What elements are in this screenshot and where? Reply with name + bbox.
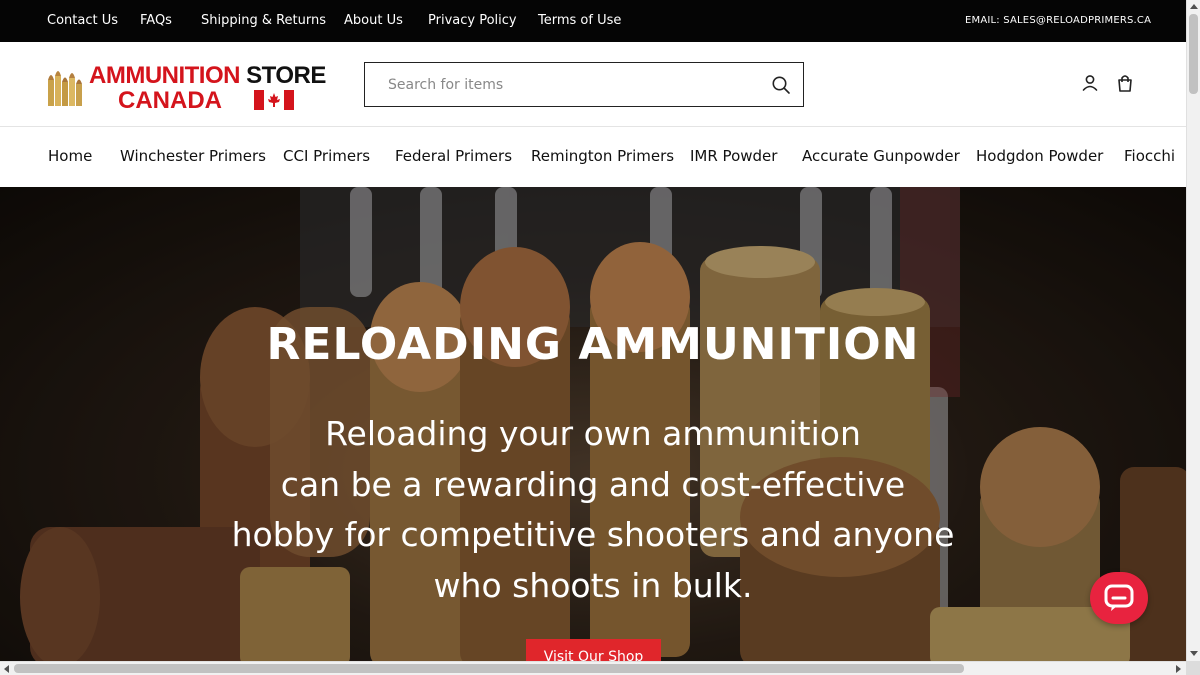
topbar-link-contact-us[interactable]: Contact Us [47, 13, 118, 28]
nav-item-winchester-primers[interactable]: Winchester Primers [120, 147, 266, 165]
scroll-right-arrow-icon[interactable] [1176, 665, 1181, 673]
shopping-bag-icon[interactable] [1115, 73, 1135, 93]
horizontal-scroll-thumb[interactable] [14, 664, 964, 673]
logo-text-ammunition: AMMUNITION [89, 62, 247, 89]
hero-subtitle: Reloading your own ammunition can be a r… [193, 409, 993, 611]
scroll-up-arrow-icon[interactable] [1190, 4, 1198, 9]
top-bar: Contact Us FAQs Shipping & Returns About… [0, 0, 1186, 42]
logo-text-store: STORE [246, 62, 326, 89]
nav-item-hodgdon-powder[interactable]: Hodgdon Powder [976, 147, 1103, 165]
nav-item-remington-primers[interactable]: Remington Primers [531, 147, 674, 165]
main-nav: Home Winchester Primers CCI Primers Fede… [0, 127, 1186, 187]
topbar-link-privacy-policy[interactable]: Privacy Policy [428, 13, 517, 28]
user-icon[interactable] [1080, 73, 1100, 93]
nav-item-federal-primers[interactable]: Federal Primers [395, 147, 512, 165]
logo-text-canada: CANADA [118, 87, 222, 114]
vertical-scrollbar[interactable] [1186, 0, 1200, 661]
bullets-logo-icon [48, 71, 82, 106]
search-box [364, 62, 804, 107]
scroll-left-arrow-icon[interactable] [4, 665, 9, 673]
nav-item-imr-powder[interactable]: IMR Powder [690, 147, 777, 165]
hero-banner: RELOADING AMMUNITION Reloading your own … [0, 187, 1186, 661]
topbar-email: EMAIL: SALES@RELOADPRIMERS.CA [965, 15, 1152, 26]
topbar-link-faqs[interactable]: FAQs [140, 13, 172, 28]
hero-subtitle-line: who shoots in bulk. [433, 565, 753, 605]
horizontal-scrollbar[interactable] [0, 661, 1186, 675]
nav-item-fiocchi[interactable]: Fiocchi [1124, 147, 1175, 165]
topbar-link-shipping-returns[interactable]: Shipping & Returns [201, 13, 326, 28]
canada-flag-icon [254, 90, 294, 110]
chat-widget-button[interactable] [1090, 572, 1148, 624]
nav-item-accurate-gunpowder[interactable]: Accurate Gunpowder [802, 147, 960, 165]
chat-bubble-icon [1104, 584, 1134, 611]
hero-subtitle-line: Reloading your own ammunition [325, 414, 861, 453]
hero-title: RELOADING AMMUNITION [266, 319, 920, 370]
search-icon[interactable] [771, 75, 791, 95]
topbar-link-terms-of-use[interactable]: Terms of Use [538, 13, 621, 28]
site-header: AMMUNITION STORE CANADA [0, 42, 1186, 127]
nav-item-home[interactable]: Home [48, 147, 92, 165]
hero-subtitle-line: can be a rewarding and cost-effective [280, 464, 906, 504]
store-logo[interactable]: AMMUNITION STORE CANADA [46, 62, 346, 114]
scrollbar-corner [1186, 661, 1200, 675]
nav-item-cci-primers[interactable]: CCI Primers [283, 147, 370, 165]
visit-shop-button[interactable]: Visit Our Shop [526, 639, 661, 661]
scroll-down-arrow-icon[interactable] [1190, 651, 1198, 656]
search-input[interactable] [365, 63, 755, 106]
hero-subtitle-line: hobby for competitive shooters and anyon… [231, 515, 955, 554]
topbar-link-about-us[interactable]: About Us [344, 13, 403, 28]
vertical-scroll-thumb[interactable] [1189, 14, 1198, 94]
